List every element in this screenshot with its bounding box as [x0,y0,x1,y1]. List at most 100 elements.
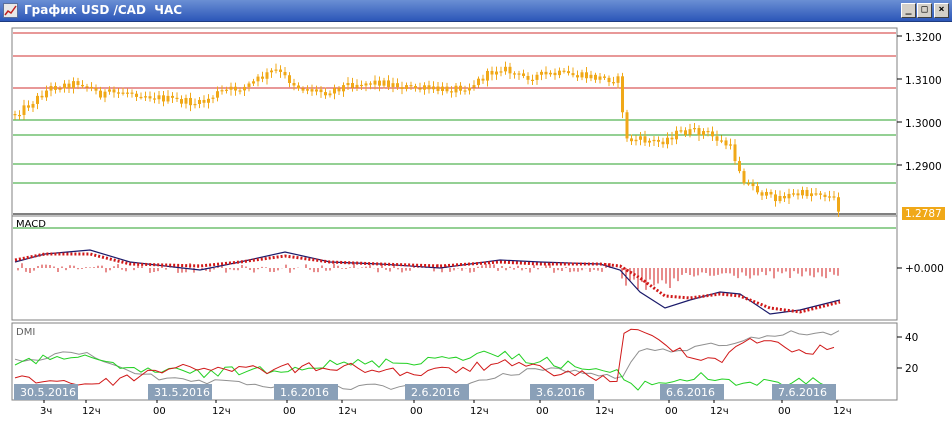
candle-body [783,196,786,199]
close-button[interactable]: × [934,3,949,18]
candle-body [27,105,30,108]
candle-body [706,131,710,133]
candle-body [495,71,498,75]
candle-body [22,105,26,115]
hour-label: 12ч [595,406,614,417]
candle-body [522,73,525,76]
date-label: 1.6.2016 [280,386,329,399]
candle-body [63,83,66,89]
candle-body [603,76,606,78]
candle-body [513,73,516,75]
candle-body [423,85,426,90]
candle-body [477,78,480,86]
candle-body [364,83,368,86]
candle-body [94,88,98,91]
candle-body [405,85,408,90]
candle-body [256,76,260,82]
dmi-tick-label: 40 [905,332,918,344]
hour-label: 3ч [40,406,52,417]
date-label: 2.6.2016 [411,386,460,399]
hour-label: 12ч [338,406,357,417]
candle-body [625,112,629,139]
candle-body [580,72,584,78]
candle-body [675,130,678,140]
candle-body [463,90,467,92]
hour-label: 00 [665,406,678,417]
candle-body [58,88,62,90]
candle-body [445,86,449,92]
candle-body [630,138,633,142]
candle-body [148,96,152,99]
candle-body [409,85,413,87]
candle-body [153,98,156,100]
candle-body [90,86,93,89]
candle-body [787,193,791,199]
candle-body [211,97,215,99]
candle-body [724,140,728,146]
candle-body [108,89,111,92]
candle-body [283,71,287,76]
price-tick-label: 1.3000 [905,118,942,130]
candle-body [711,131,714,137]
candle-body [567,71,570,74]
dmi-label: DMI [16,327,35,338]
candle-body [639,136,642,140]
candle-body [342,85,345,92]
candle-body [472,85,476,88]
candle-body [823,194,827,197]
candle-body [45,90,48,98]
candle-body [720,140,723,142]
candle-body [837,197,840,212]
candle-body [616,76,620,83]
candle-body [733,144,737,162]
candle-body [558,70,561,76]
candle-body [621,76,624,113]
candle-body [220,90,224,92]
chart-canvas[interactable]: 1.3200 1.3100 1.3000 1.2900 1.2787 MACD … [0,22,952,421]
candle-body [535,74,539,80]
candle-body [189,97,192,106]
date-label: 3.6.2016 [536,386,585,399]
candle-body [279,69,282,72]
candle-body [238,90,242,92]
candle-body [441,86,444,91]
macd-label: MACD [16,219,46,230]
hour-label: 12ч [710,406,729,417]
candle-body [553,72,557,76]
candle-body [207,98,210,103]
candle-body [715,136,719,141]
candle-body [382,80,386,86]
hour-label: 12ч [470,406,489,417]
candle-body [144,96,147,98]
macd-tick-label: +0.000 [905,263,944,275]
candle-body [391,83,395,87]
candle-body [193,103,197,106]
candle-body [396,83,399,88]
candle-body [306,89,309,91]
candle-body [666,137,669,145]
candle-body [585,72,588,79]
price-axis: 1.3200 1.3100 1.3000 1.2900 1.2787 [897,32,945,220]
candle-body [157,95,161,100]
candle-body [742,171,746,184]
maximize-button[interactable]: □ [917,3,932,18]
candle-body [351,82,354,88]
date-label: 6.6.2016 [666,386,715,399]
candle-body [549,72,552,75]
hour-label: 00 [778,406,791,417]
candle-body [526,75,530,80]
candle-body [670,137,674,140]
candle-body [40,95,44,98]
candle-body [459,85,462,91]
candle-body [31,103,35,108]
candle-body [828,196,831,198]
minimize-button[interactable]: _ [901,3,916,18]
candle-body [697,128,701,136]
candle-body [832,196,836,198]
candle-body [171,95,174,98]
candle-body [427,85,431,90]
candle-body [103,91,107,98]
candle-body [819,193,822,195]
price-pane [11,27,898,236]
candle-body [265,72,269,79]
